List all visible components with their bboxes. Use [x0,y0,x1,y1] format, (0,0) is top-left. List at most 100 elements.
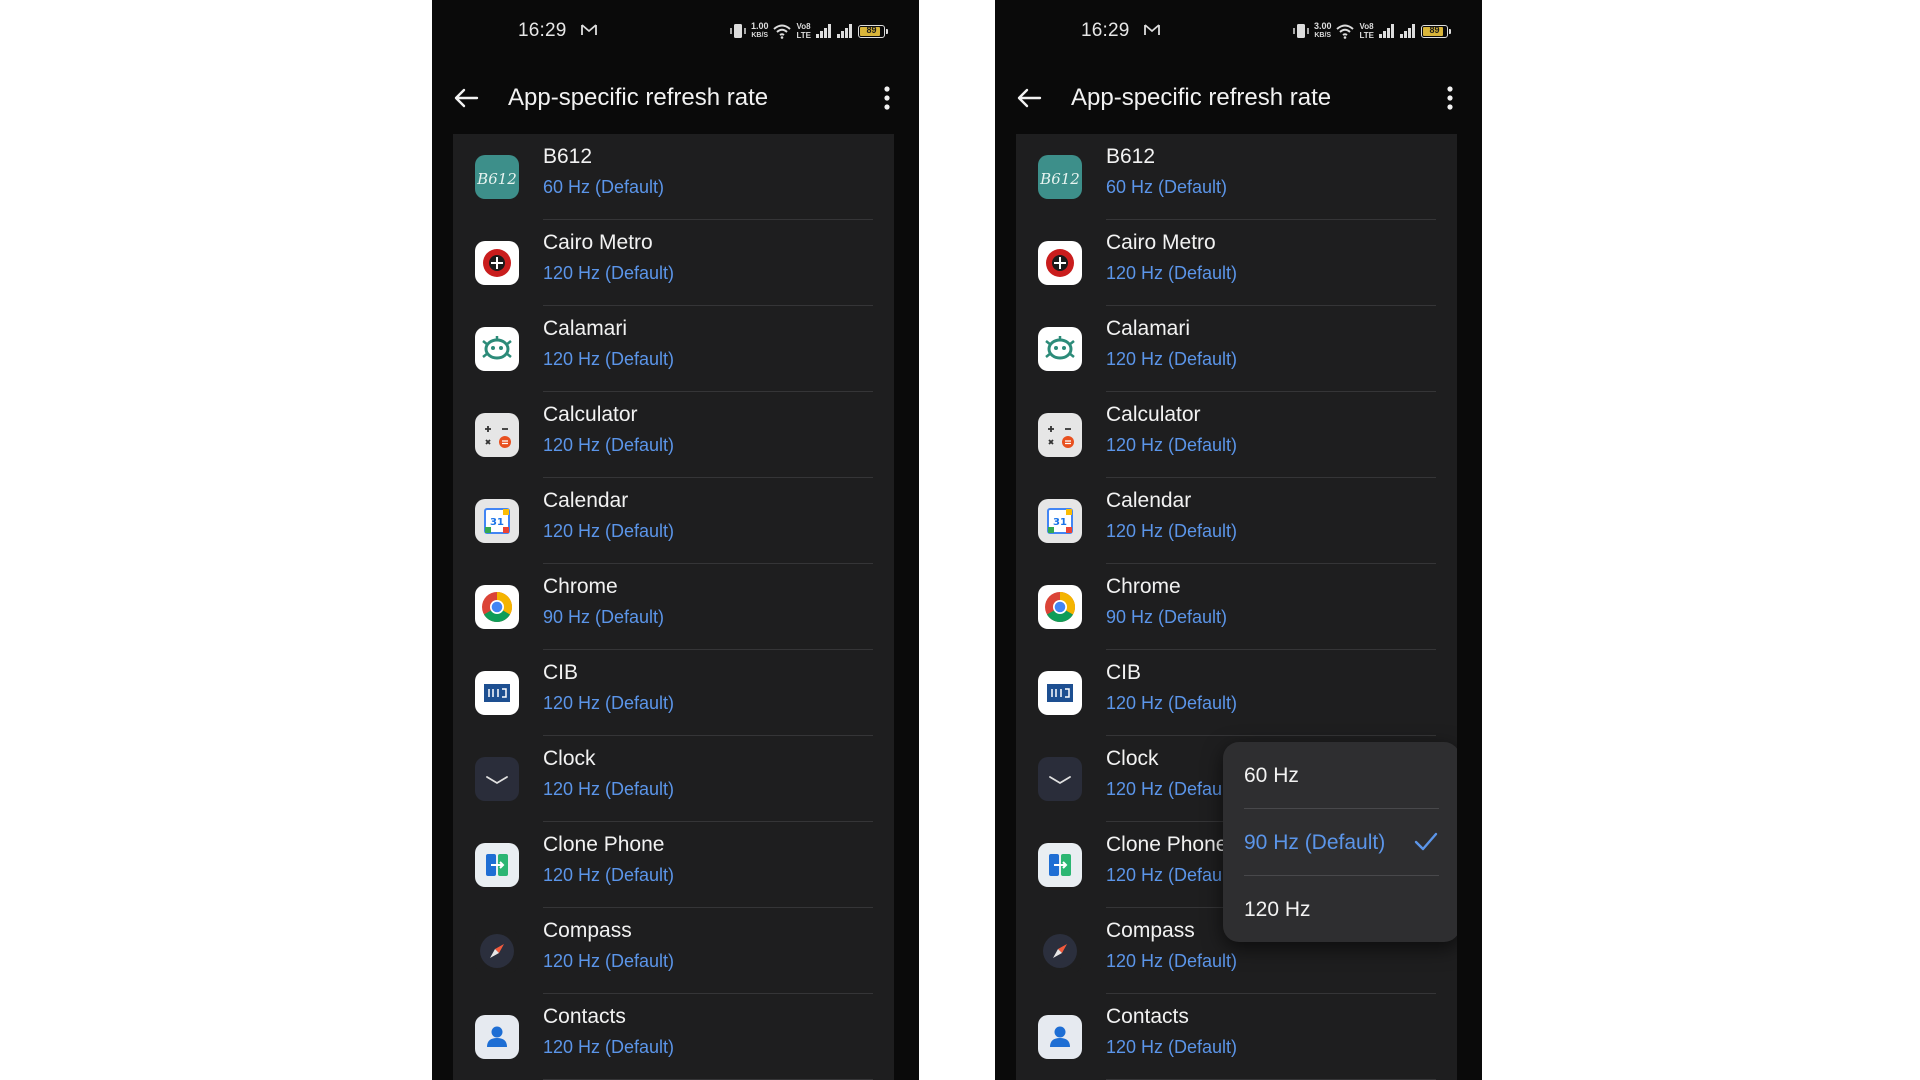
vibrate-icon [1293,24,1309,38]
cairo-metro-icon [1038,241,1082,285]
status-bar: 16:29 1.00 KB/S Vo8 LTE 89 [432,0,919,62]
calendar-icon: 31 [475,499,519,543]
phone-screen-right: 16:29 3.00 KB/S Vo8 LTE 89 App-specific re… [995,0,1482,1080]
app-refresh-rate: 120 Hz (Default) [1106,865,1238,885]
app-refresh-rate: 60 Hz (Default) [1106,177,1228,197]
calculator-icon [475,413,519,457]
list-item[interactable]: Calamari 120 Hz (Default) [1016,306,1457,392]
chrome-icon [475,585,519,629]
app-name: Calamari [1106,317,1191,340]
calendar-icon: 31 [1038,499,1082,543]
page-title: App-specific refresh rate [508,84,769,111]
more-options-icon[interactable] [1436,84,1464,112]
back-arrow-icon[interactable] [1015,84,1043,112]
app-name: Contacts [1106,1005,1189,1028]
compass-icon [475,929,519,973]
b612-icon: B612 [1038,155,1082,199]
app-refresh-rate: 120 Hz (Default) [1106,349,1238,369]
app-refresh-rate: 120 Hz (Default) [543,951,675,971]
popup-option-120hz[interactable]: 120 Hz [1223,876,1457,941]
clone-phone-icon [1038,843,1082,887]
app-refresh-rate: 90 Hz (Default) [543,607,665,627]
refresh-rate-popup-menu: 60 Hz 90 Hz (Default) 120 Hz [1223,742,1457,942]
clock-icon [475,757,519,801]
popup-option-label: 90 Hz (Default) [1244,831,1386,854]
app-name: Calculator [1106,403,1201,426]
app-refresh-rate: 120 Hz (Default) [543,865,675,885]
app-refresh-rate: 90 Hz (Default) [1106,607,1228,627]
app-refresh-rate: 120 Hz (Default) [543,349,675,369]
app-refresh-rate: 120 Hz (Default) [543,693,675,713]
signal-icon [837,24,852,38]
page-title: App-specific refresh rate [1071,84,1332,111]
wifi-icon [1336,24,1355,39]
list-item[interactable]: Calculator 120 Hz (Default) [453,392,894,478]
signal-icon [1400,24,1415,38]
battery-level: 89 [1429,24,1440,35]
list-item[interactable]: B612 B612 60 Hz (Default) [453,134,894,220]
popup-option-label: 120 Hz [1244,898,1311,921]
list-item[interactable]: CIB 120 Hz (Default) [453,650,894,736]
popup-option-label: 60 Hz [1244,764,1299,787]
list-item[interactable]: 31 Calendar 120 Hz (Default) [453,478,894,564]
list-item[interactable]: Cairo Metro 120 Hz (Default) [453,220,894,306]
cib-icon [1038,671,1082,715]
list-item[interactable]: Contacts 120 Hz (Default) [453,994,894,1080]
app-name: Calendar [1106,489,1192,512]
checkmark-icon [1414,832,1438,851]
list-item[interactable]: Clock 120 Hz (Default) [453,736,894,822]
list-item[interactable]: Chrome 90 Hz (Default) [453,564,894,650]
cib-icon [475,671,519,715]
volte-indicator: Vo8 LTE [1359,22,1374,40]
app-refresh-rate: 120 Hz (Default) [543,263,675,283]
list-item[interactable]: Cairo Metro 120 Hz (Default) [1016,220,1457,306]
list-item[interactable]: Calculator 120 Hz (Default) [1016,392,1457,478]
app-name: Calamari [543,317,628,340]
cairo-metro-icon [475,241,519,285]
app-name: Calendar [543,489,629,512]
vibrate-icon [730,24,746,38]
app-name: B612 [1106,145,1156,168]
app-refresh-rate: 120 Hz (Default) [1106,779,1238,799]
svg-text:B612: B612 [476,170,517,188]
app-list: B612 B612 60 Hz (Default) Cairo Metro 12… [1016,134,1457,1080]
calculator-icon [1038,413,1082,457]
app-name: Clone Phone [543,833,665,856]
app-refresh-rate: 120 Hz (Default) [543,521,675,541]
app-refresh-rate: 120 Hz (Default) [1106,263,1238,283]
list-item[interactable]: Calamari 120 Hz (Default) [453,306,894,392]
list-item[interactable]: 31 Calendar 120 Hz (Default) [1016,478,1457,564]
volte-indicator: Vo8 LTE [796,22,811,40]
back-arrow-icon[interactable] [452,84,480,112]
app-bar: App-specific refresh rate [432,62,919,134]
clone-phone-icon [475,843,519,887]
compass-icon [1038,929,1082,973]
signal-icon [816,24,831,38]
app-refresh-rate: 120 Hz (Default) [543,779,675,799]
app-name: Clock [543,747,596,770]
list-item[interactable]: Compass 120 Hz (Default) [453,908,894,994]
app-name: CIB [1106,661,1142,684]
list-item[interactable]: Contacts 120 Hz (Default) [1016,994,1457,1080]
popup-option-90hz-default[interactable]: 90 Hz (Default) [1223,809,1457,874]
list-item[interactable]: Chrome 90 Hz (Default) [1016,564,1457,650]
app-name: Clone Phone [1106,833,1228,856]
list-item[interactable]: CIB 120 Hz (Default) [1016,650,1457,736]
battery-icon: 89 [1421,24,1451,38]
gmail-notification-icon [581,24,597,35]
more-options-icon[interactable] [873,84,901,112]
app-refresh-rate: 120 Hz (Default) [1106,693,1238,713]
status-time: 16:29 [518,20,567,41]
status-time: 16:29 [1081,20,1130,41]
phone-screen-left: 16:29 1.00 KB/S Vo8 LTE 89 App-specific re… [432,0,919,1080]
signal-icon [1379,24,1394,38]
list-item[interactable]: B612 B612 60 Hz (Default) [1016,134,1457,220]
app-refresh-rate: 120 Hz (Default) [1106,1037,1238,1057]
app-list: B612 B612 60 Hz (Default) Cairo Metro 12… [453,134,894,1080]
popup-option-60hz[interactable]: 60 Hz [1223,742,1457,807]
app-refresh-rate: 120 Hz (Default) [1106,435,1238,455]
calamari-icon [1038,327,1082,371]
app-name: CIB [543,661,579,684]
app-name: Clock [1106,747,1159,770]
list-item[interactable]: Clone Phone 120 Hz (Default) [453,822,894,908]
